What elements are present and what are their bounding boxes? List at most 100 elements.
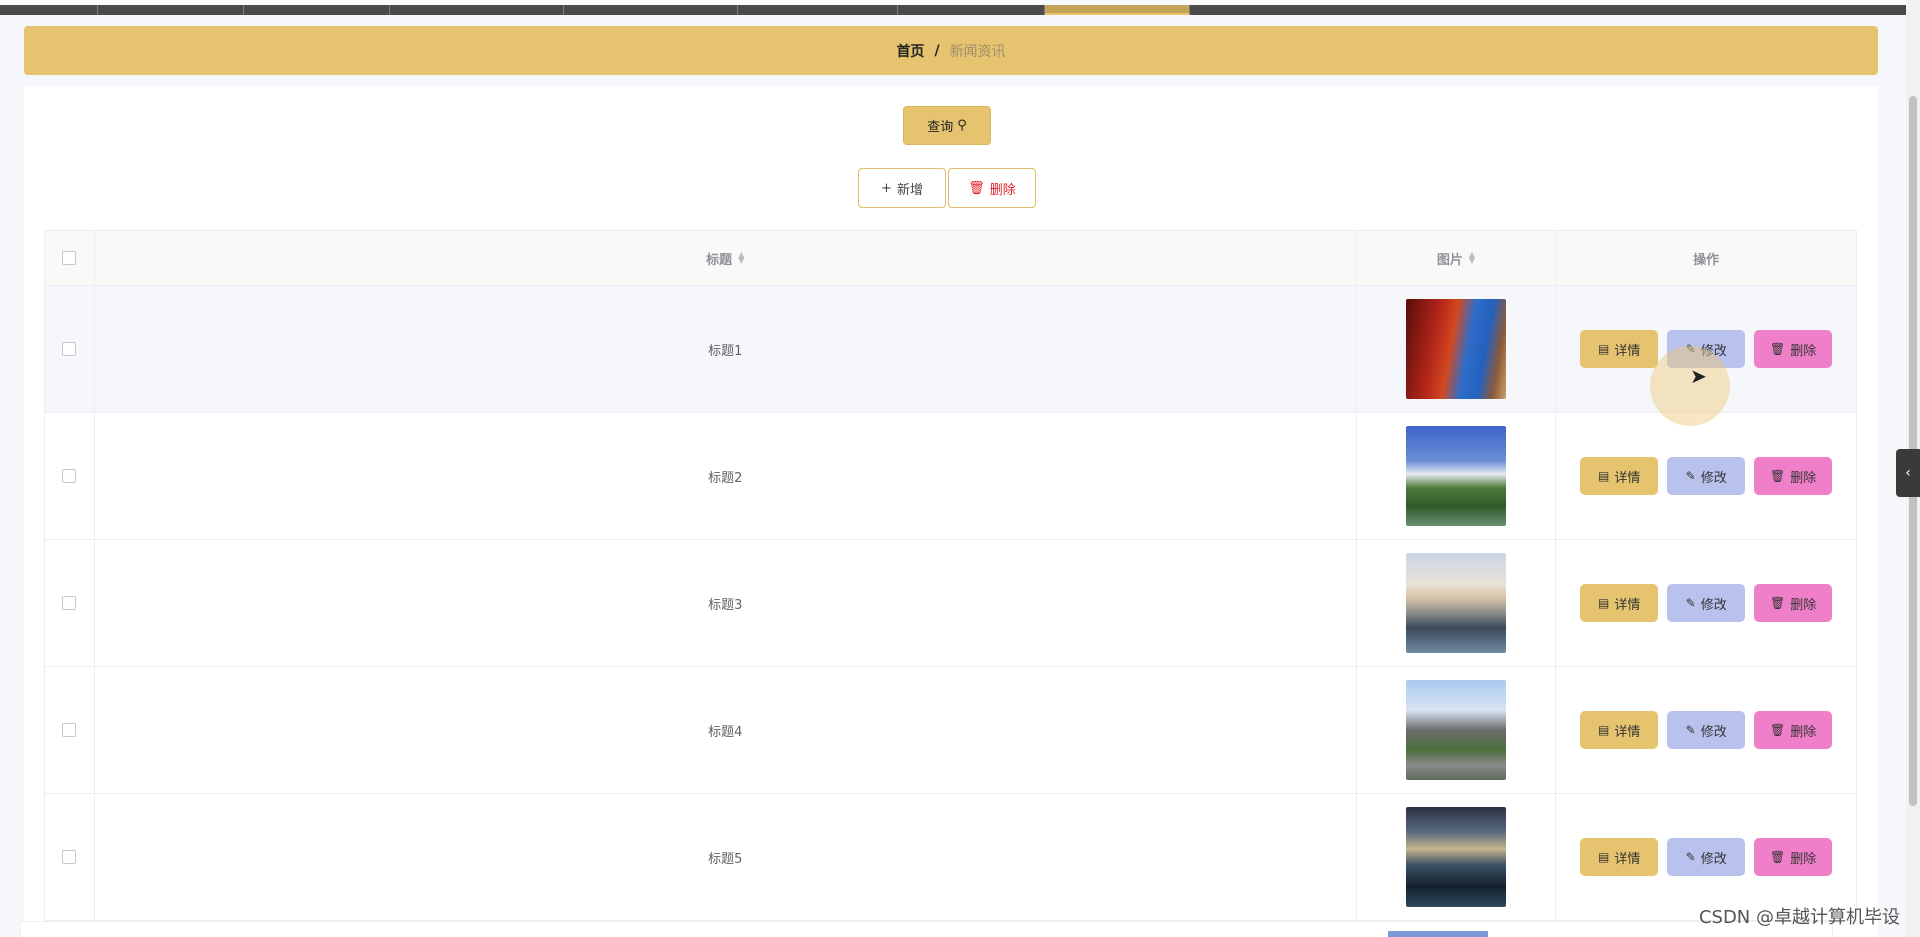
trash-icon: 🗑 [1770,342,1786,356]
header-image[interactable]: 图片 ▲ ▼ [1357,231,1557,285]
detail-label: 详情 [1614,343,1641,359]
news-image[interactable] [1405,680,1506,780]
header-actions-label: 操作 [1693,252,1720,268]
row-checkbox[interactable] [62,469,77,483]
edit-button[interactable]: ✎ 修改 [1667,711,1746,749]
header-actions: 操作 [1556,231,1856,285]
select-all-checkbox[interactable] [62,251,77,265]
pencil-icon: ✎ [1685,850,1696,864]
detail-label: 详情 [1614,470,1641,486]
batch-delete-label: 删除 [989,182,1016,198]
trash-icon: 🗑 [1770,723,1786,737]
row-checkbox[interactable] [62,596,77,610]
tab-5[interactable] [564,5,738,15]
document-icon: ▤ [1597,342,1610,356]
edit-button[interactable]: ✎ 修改 [1667,584,1746,622]
news-table: 标题 ▲ ▼ 图片 ▲ ▼ 操作 标题1 ▤ 详情 ✎ 修改 🗑 删除 标题2 … [44,230,1857,921]
pencil-icon: ✎ [1685,469,1696,483]
sort-icon[interactable]: ▲ ▼ [1469,251,1475,265]
breadcrumb: 首页 / 新闻资讯 [24,26,1878,75]
tab-4[interactable] [390,5,564,15]
detail-button[interactable]: ▤ 详情 [1580,457,1659,495]
tab-1[interactable] [0,5,98,15]
search-button-label: 查询 [927,120,954,135]
add-button[interactable]: + 新增 [858,168,946,208]
row-checkbox[interactable] [62,342,77,356]
tab-news-active[interactable] [1045,5,1190,15]
pencil-icon: ✎ [1685,723,1696,737]
detail-button[interactable]: ▤ 详情 [1580,838,1659,876]
delete-button[interactable]: 🗑 删除 [1754,330,1833,368]
tab-3[interactable] [244,5,390,15]
main-panel: 查询 ⚲ + 新增 🗑 删除 标题 ▲ ▼ 图片 ▲ ▼ 操作 标题1 ▤ 详情… [24,86,1878,937]
breadcrumb-home[interactable]: 首页 [896,41,924,61]
search-icon: ⚲ [957,118,967,133]
detail-label: 详情 [1614,724,1641,740]
tab-7[interactable] [898,5,1045,15]
edit-label: 修改 [1700,724,1727,740]
document-icon: ▤ [1597,596,1610,610]
row-title: 标题5 [708,851,743,867]
header-select-cell [45,231,95,285]
edit-button[interactable]: ✎ 修改 [1667,457,1746,495]
document-icon: ▤ [1597,469,1610,483]
tab-2[interactable] [98,5,244,15]
delete-label: 删除 [1790,597,1817,613]
table-row: 标题3 ▤ 详情 ✎ 修改 🗑 删除 [44,540,1857,667]
news-image[interactable] [1405,426,1506,526]
chevron-left-icon: ‹ [1905,465,1911,481]
mouse-pointer-icon: ➤ [1690,364,1707,388]
trash-icon: 🗑 [1770,850,1786,864]
edit-button[interactable]: ✎ 修改 [1667,838,1746,876]
tab-6[interactable] [738,5,898,15]
pencil-icon: ✎ [1685,596,1696,610]
row-title: 标题2 [708,470,743,486]
table-row: 标题4 ▤ 详情 ✎ 修改 🗑 删除 [44,667,1857,794]
plus-icon: + [881,180,892,196]
delete-button[interactable]: 🗑 删除 [1754,457,1833,495]
delete-label: 删除 [1790,724,1817,740]
search-button[interactable]: 查询 ⚲ [903,106,991,145]
edit-label: 修改 [1700,851,1727,867]
edit-label: 修改 [1700,470,1727,486]
add-button-label: 新增 [896,182,923,198]
news-image-partial [1388,931,1488,937]
news-image[interactable] [1405,553,1506,653]
header-title-label: 标题 [706,252,733,268]
delete-label: 删除 [1790,470,1817,486]
table-row-partial [20,921,1833,937]
trash-icon: 🗑 [1770,469,1786,483]
row-checkbox[interactable] [62,850,77,864]
detail-button[interactable]: ▤ 详情 [1580,584,1659,622]
delete-button[interactable]: 🗑 删除 [1754,838,1833,876]
row-checkbox[interactable] [62,723,77,737]
breadcrumb-separator: / [934,42,940,59]
breadcrumb-current: 新闻资讯 [949,43,1006,60]
delete-button[interactable]: 🗑 删除 [1754,584,1833,622]
table-header: 标题 ▲ ▼ 图片 ▲ ▼ 操作 [44,230,1857,286]
table-row: 标题2 ▤ 详情 ✎ 修改 🗑 删除 [44,413,1857,540]
table-row: 标题1 ▤ 详情 ✎ 修改 🗑 删除 [44,286,1857,413]
row-title: 标题3 [708,597,743,613]
detail-button[interactable]: ▤ 详情 [1580,330,1659,368]
detail-label: 详情 [1614,851,1641,867]
table-row: 标题5 ▤ 详情 ✎ 修改 🗑 删除 [44,794,1857,921]
edit-label: 修改 [1700,597,1727,613]
delete-button[interactable]: 🗑 删除 [1754,711,1833,749]
collapse-sidebar-handle[interactable]: ‹ [1896,449,1920,497]
trash-icon: 🗑 [1770,596,1786,610]
document-icon: ▤ [1597,850,1610,864]
header-image-label: 图片 [1436,252,1463,268]
news-image[interactable] [1405,807,1506,907]
trash-icon: 🗑 [968,180,985,196]
sort-icon[interactable]: ▲ ▼ [738,251,744,265]
delete-label: 删除 [1790,343,1817,359]
news-image[interactable] [1405,299,1506,399]
row-title: 标题1 [708,343,743,359]
detail-button[interactable]: ▤ 详情 [1580,711,1659,749]
row-title: 标题4 [708,724,743,740]
header-title[interactable]: 标题 ▲ ▼ [95,231,1357,285]
batch-delete-button[interactable]: 🗑 删除 [948,168,1036,208]
watermark: CSDN @卓越计算机毕设 [1698,907,1900,928]
delete-label: 删除 [1790,851,1817,867]
